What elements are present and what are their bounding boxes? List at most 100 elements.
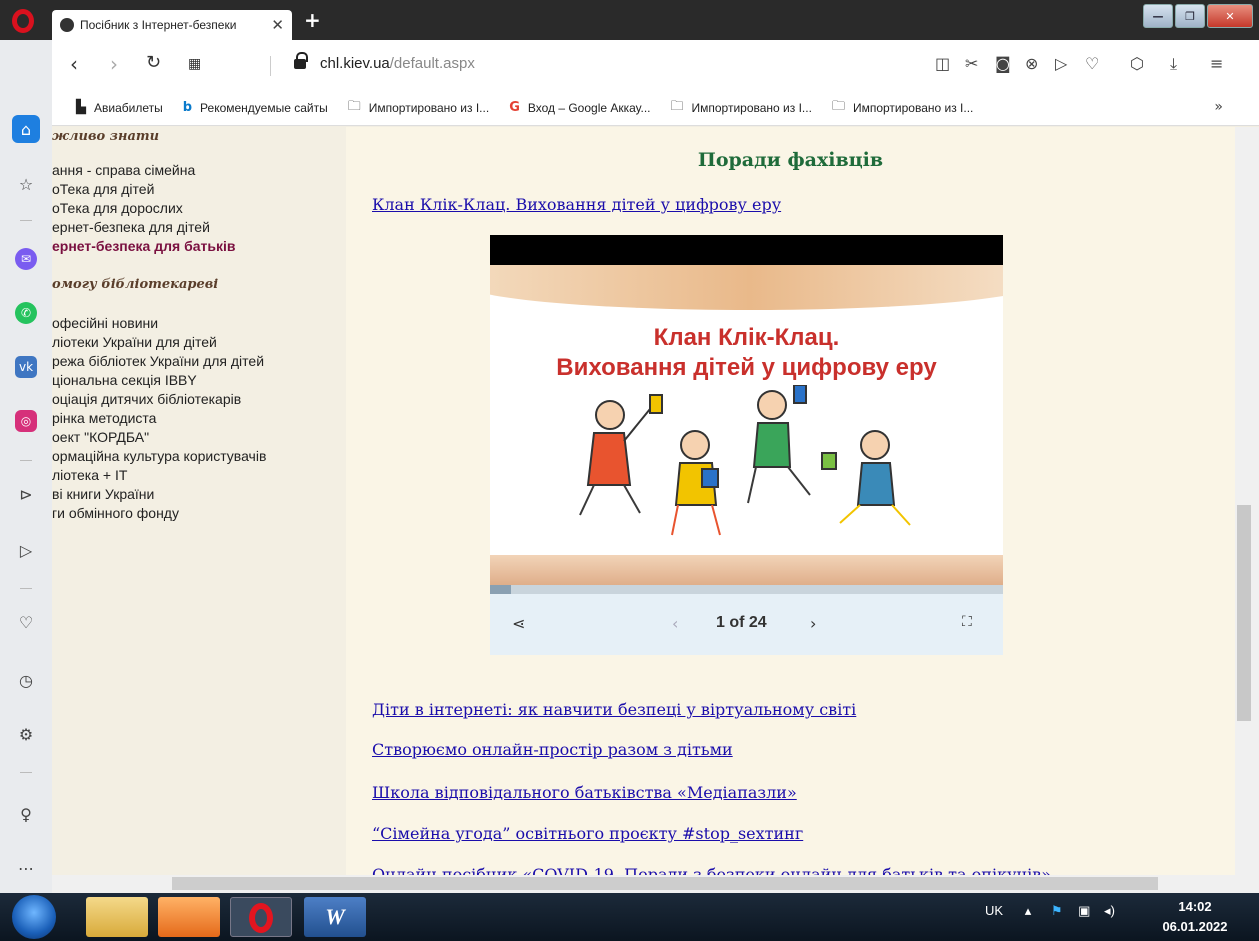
opera-sidebar: ⌂ ☆ ✉ ✆ vk ◎ ⊳ ▷ ♡ ◷ ⚙ ♀ ⋯ [0, 40, 52, 893]
word-taskbar-icon[interactable]: W [304, 897, 366, 937]
heart-icon[interactable]: ♡ [1085, 54, 1099, 73]
file-icon: ▙ [76, 100, 86, 115]
media-player-taskbar-icon[interactable] [158, 897, 220, 937]
nav-item[interactable]: ліотека + IT [52, 467, 127, 483]
close-window-button[interactable]: ✕ [1207, 4, 1253, 28]
bookmark-folder-2[interactable]: 🗀 Импортировано из I... [670, 97, 811, 119]
messenger-icon[interactable]: ✉ [15, 248, 37, 270]
link-online-space[interactable]: Створюємо онлайн-простір разом з дітьми [372, 740, 733, 759]
nav-item[interactable]: ліотеки України для дітей [52, 334, 217, 350]
snap-icon[interactable]: ✂ [965, 54, 978, 73]
nav-item[interactable]: ормаційна культура користувачів [52, 448, 266, 464]
slide-title: Клан Клік-Клац. Виховання дітей у цифров… [490, 323, 1003, 383]
link-mediapazly[interactable]: Школа відповідального батьківства «Медіа… [372, 783, 797, 802]
url-field[interactable]: chl.kiev.ua/default.aspx [320, 55, 475, 72]
flag-icon[interactable]: ⚑ [1051, 903, 1063, 918]
nav-item[interactable]: рінка методиста [52, 410, 156, 426]
nav-heading-important: жливо знати [52, 129, 160, 144]
reader-icon[interactable]: ◫ [935, 54, 950, 73]
nav-item[interactable]: ціональна секція IBBY [52, 372, 197, 388]
bookmark-google[interactable]: G Вход – Google Аккау... [509, 100, 650, 115]
nav-heading-librarian: омогу бібліотекареві [52, 277, 219, 292]
sidebar-divider [20, 588, 32, 589]
horizontal-scroll-thumb[interactable] [172, 877, 1158, 890]
nav-item[interactable]: оціація дитячих бібліотекарів [52, 391, 241, 407]
start-button[interactable] [12, 895, 56, 939]
download-icon[interactable]: ⤓ [1170, 54, 1177, 74]
prev-slide-icon[interactable]: ‹ [672, 614, 678, 633]
next-slide-icon[interactable]: › [810, 614, 816, 633]
volume-icon[interactable]: ◂) [1104, 903, 1115, 918]
star-icon[interactable]: ☆ [12, 170, 40, 198]
nav-item[interactable]: оект "КОРДБА" [52, 429, 149, 445]
opera-taskbar-icon[interactable] [230, 897, 292, 937]
cube-icon[interactable]: ⬡ [1130, 54, 1144, 73]
history-icon[interactable]: ◷ [12, 666, 40, 694]
google-icon: G [509, 100, 520, 115]
forward-icon[interactable]: › [110, 52, 118, 76]
opera-menu-icon[interactable] [12, 9, 34, 33]
maximize-button[interactable]: ❐ [1175, 4, 1205, 28]
send-sidebar-icon[interactable]: ▷ [12, 536, 40, 564]
tab-title: Посібник з Інтернет-безпеки [80, 18, 237, 32]
heart-sidebar-icon[interactable]: ♡ [12, 608, 40, 636]
send-icon[interactable]: ▷ [1055, 54, 1067, 73]
left-navigation: жливо знати ання - справа сімейна оТека … [52, 127, 346, 875]
bookmark-aviabilety[interactable]: ▙ Авиабилеты [76, 100, 163, 115]
share-icon[interactable]: ⋖ [512, 614, 525, 633]
page-viewport: жливо знати ання - справа сімейна оТека … [52, 127, 1235, 875]
clock[interactable]: 14:02 06.01.2022 [1140, 897, 1250, 937]
vk-icon[interactable]: vk [15, 356, 37, 378]
nav-item-active[interactable]: ернет-безпека для батьків [52, 238, 235, 254]
nav-item[interactable]: ернет-безпека для дітей [52, 219, 210, 235]
new-tab-button[interactable]: + [304, 8, 321, 32]
bookmark-recommended[interactable]: b Рекомендуемые сайты [183, 100, 328, 115]
link-children-internet[interactable]: Діти в інтернеті: як навчити безпеці у в… [372, 700, 856, 719]
settings-icon[interactable]: ⚙ [12, 720, 40, 748]
explorer-taskbar-icon[interactable] [86, 897, 148, 937]
link-family-agreement[interactable]: “Сімейна угода” освітнього проєкту #stop… [372, 824, 803, 843]
nav-item[interactable]: оТека для дорослих [52, 200, 183, 216]
nav-item[interactable]: ві книги України [52, 486, 154, 502]
more-options-icon[interactable]: ⋯ [12, 854, 40, 882]
slide-wave-decoration [490, 265, 1003, 310]
slide-counter: 1 of 24 [716, 614, 767, 631]
back-icon[interactable]: ‹ [70, 52, 78, 76]
lock-icon[interactable] [294, 52, 308, 69]
reload-icon[interactable]: ↻ [146, 52, 161, 73]
bookmarks-more-icon[interactable]: » [1214, 99, 1223, 115]
nav-item[interactable]: ги обмінного фонду [52, 505, 179, 521]
nav-item[interactable]: ання - справа сімейна [52, 162, 195, 178]
bookmark-folder-3[interactable]: 🗀 Импортировано из I... [832, 97, 973, 119]
camera-icon[interactable]: ◙ [995, 54, 1011, 73]
home-icon[interactable]: ⌂ [12, 115, 40, 143]
sidebar-divider [20, 460, 32, 461]
bookmark-label: Импортировано из I... [852, 100, 974, 115]
network-icon[interactable]: ▣ [1078, 903, 1090, 918]
link-covid-guide[interactable]: Онлайн посібник «COVID-19. Поради з безп… [372, 865, 1051, 875]
url-path: /default.aspx [389, 55, 475, 72]
whatsapp-icon[interactable]: ✆ [15, 302, 37, 324]
vertical-scroll-thumb[interactable] [1237, 505, 1251, 721]
close-tab-icon[interactable]: ✕ [271, 16, 284, 34]
bookmark-folder-1[interactable]: 🗀 Импортировано из I... [348, 97, 489, 119]
nav-item[interactable]: офесійні новини [52, 315, 158, 331]
adblock-icon[interactable]: ⊗ [1025, 54, 1038, 73]
player-icon[interactable]: ⊳ [12, 480, 40, 508]
slide: Клан Клік-Клац. Виховання дітей у цифров… [490, 265, 1003, 585]
minimize-button[interactable]: — [1143, 4, 1173, 28]
speed-dial-icon[interactable]: ▦ [188, 56, 201, 72]
show-hidden-icons[interactable]: ▴ [1025, 903, 1032, 918]
instagram-icon[interactable]: ◎ [15, 410, 37, 432]
language-indicator[interactable]: UK [985, 903, 1003, 918]
vertical-scrollbar[interactable] [1235, 127, 1259, 875]
nav-item[interactable]: оТека для дітей [52, 181, 154, 197]
tips-bulb-icon[interactable]: ♀ [12, 800, 40, 828]
link-clan-click-clac[interactable]: Клан Клік-Клац. Виховання дітей у цифров… [372, 195, 781, 214]
url-host: chl.kiev.ua [320, 55, 390, 72]
nav-item[interactable]: режа бібліотек України для дітей [52, 353, 264, 369]
slideshow-embed[interactable]: Клан Клік-Клац. Виховання дітей у цифров… [490, 235, 1003, 655]
fullscreen-icon[interactable]: ⛶ [962, 614, 972, 630]
easy-setup-icon[interactable]: ≡ [1210, 54, 1223, 73]
tab-active[interactable]: Посібник з Інтернет-безпеки ✕ [52, 10, 292, 40]
